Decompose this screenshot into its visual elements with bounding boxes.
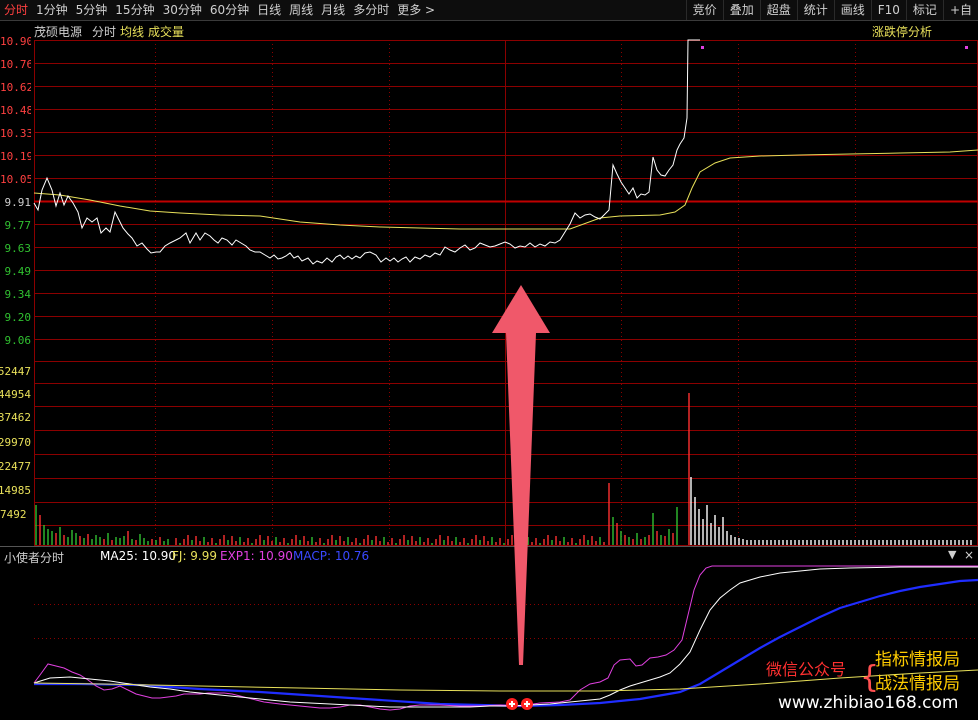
macp-line	[34, 578, 978, 708]
ma25-value: MA25: 10.90	[100, 549, 177, 563]
intraday-chart: {	[0, 39, 978, 711]
limit-up-marker	[701, 46, 704, 49]
volume-bars	[35, 393, 972, 545]
fj-value: FJ: 9.99	[172, 549, 218, 563]
wechat-label: 微信公众号	[766, 660, 847, 679]
watermark-line2: 战法情报局	[875, 674, 960, 694]
exp1-value: EXP1: 10.90	[220, 549, 293, 563]
collapse-icon[interactable]: ▼	[948, 548, 956, 561]
watermark-line1: 指标情报局	[875, 650, 960, 670]
close-icon[interactable]: ×	[964, 548, 974, 562]
up-arrow-annotation	[492, 285, 550, 665]
buy-signal-icon	[506, 698, 533, 710]
macp-value: MACP: 10.76	[293, 549, 370, 563]
corner-marker	[965, 46, 968, 49]
watermark-url: www.zhibiao168.com	[778, 693, 959, 713]
indicator-name[interactable]: 小使者分时	[4, 549, 64, 566]
price-line	[33, 39, 700, 265]
